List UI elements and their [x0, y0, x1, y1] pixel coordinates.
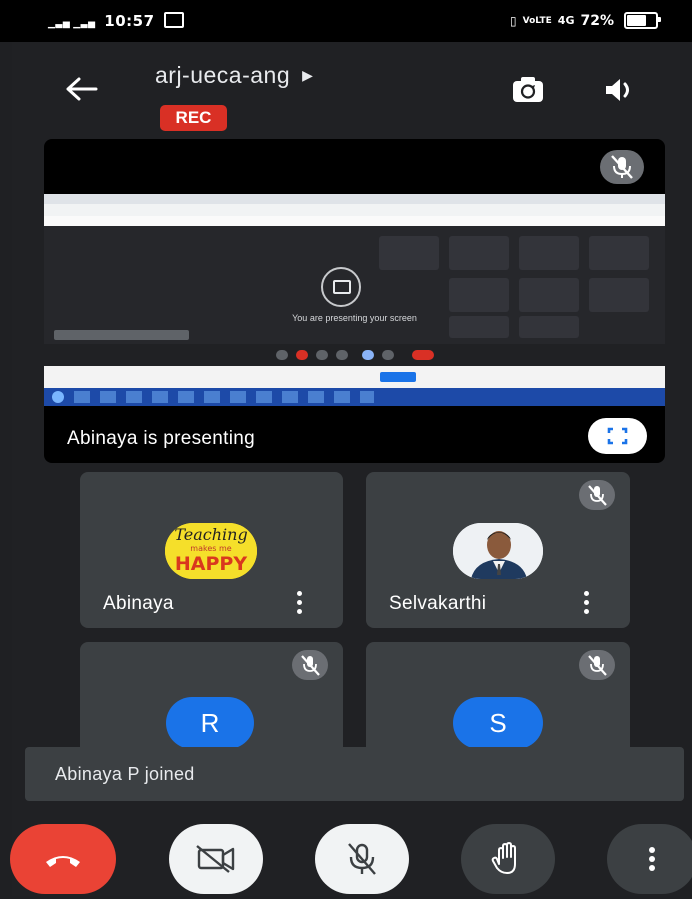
call-header: arj-ueca-ang ▶ REC [12, 42, 680, 142]
vibrate-icon: ▯ [509, 13, 517, 28]
more-vert-icon[interactable] [297, 591, 303, 615]
participant-tile-abinaya[interactable]: Teaching makes me HAPPY Abinaya [80, 472, 343, 628]
expand-arrow-icon: ▶ [302, 67, 314, 83]
shared-notification [54, 330, 189, 340]
profile-photo [453, 523, 543, 579]
network-type: 4G [557, 14, 575, 27]
more-vert-icon [649, 847, 655, 871]
present-screen-icon [321, 267, 361, 307]
participant-mute-indicator [579, 650, 615, 680]
raise-hand-button[interactable] [461, 824, 555, 894]
end-call-icon [46, 856, 80, 867]
presenter-label: Abinaya is presenting [67, 428, 255, 449]
mic-off-icon [588, 485, 607, 506]
battery-percent: 72% [580, 12, 614, 29]
meet-screen: arj-ueca-ang ▶ REC You are presenting yo… [10, 42, 692, 896]
recording-badge: REC [160, 105, 227, 131]
participant-mute-indicator [292, 650, 328, 680]
mic-toggle-button[interactable] [315, 824, 409, 894]
participant-name: Abinaya [103, 593, 174, 614]
svg-text:Teaching: Teaching [174, 525, 247, 544]
presenting-message: You are presenting your screen [292, 313, 417, 323]
fullscreen-button[interactable] [588, 418, 647, 454]
more-vert-icon[interactable] [584, 591, 590, 615]
svg-text:HAPPY: HAPPY [175, 553, 247, 575]
presenter-mute-indicator [600, 150, 644, 184]
participant-tile-r[interactable]: R [80, 642, 343, 762]
participant-name: Selvakarthi [389, 593, 487, 614]
shared-taskbar [44, 388, 665, 406]
mic-off-icon [301, 655, 320, 676]
avatar [453, 523, 543, 579]
mic-off-icon [588, 655, 607, 676]
participant-tile-s[interactable]: S [366, 642, 630, 762]
mic-off-icon [348, 843, 376, 875]
camera-toggle-button[interactable] [169, 824, 263, 894]
toast-message: Abinaya P joined [55, 764, 195, 784]
status-right: ▯ VoLTE 4G 72% [509, 12, 661, 29]
meeting-title[interactable]: arj-ueca-ang ▶ [155, 62, 313, 89]
signal-icon: ▁▃▅ [48, 19, 71, 29]
mic-off-icon [611, 155, 633, 179]
shared-browser-tabs [44, 194, 665, 204]
back-arrow-icon[interactable] [62, 74, 102, 104]
participant-tile-selvakarthi[interactable]: Selvakarthi [366, 472, 630, 628]
shared-screen: You are presenting your screen [44, 194, 665, 406]
status-time: 10:57 [104, 12, 155, 30]
avatar-initial: S [453, 697, 543, 749]
avatar-initial: R [166, 697, 254, 749]
camera-off-icon [196, 845, 235, 873]
flip-camera-icon[interactable] [508, 72, 548, 108]
teaching-happy-logo: Teaching makes me HAPPY [165, 523, 257, 579]
join-toast: Abinaya P joined [25, 747, 684, 801]
participant-mute-indicator [579, 480, 615, 510]
avatar: Teaching makes me HAPPY [165, 523, 257, 579]
svg-text:makes me: makes me [190, 544, 231, 553]
shared-meet-view: You are presenting your screen [44, 226, 665, 344]
volte-icon: VoLTE [522, 15, 552, 26]
end-call-button[interactable] [10, 824, 116, 894]
shared-meet-controls [44, 344, 665, 366]
raise-hand-icon [491, 842, 516, 874]
status-left: ▁▃▅ ▁▃▅ 10:57 [48, 12, 185, 30]
shared-share-bar [44, 366, 665, 388]
message-icon [164, 12, 185, 28]
presentation-tile[interactable]: You are presenting your screen Abinaya i… [44, 139, 665, 463]
fullscreen-icon [607, 427, 628, 445]
status-bar: ▁▃▅ ▁▃▅ 10:57 ▯ VoLTE 4G 72% [0, 0, 692, 42]
signal-icon-2: ▁▃▅ [73, 19, 96, 29]
shared-browser-url [44, 204, 665, 216]
battery-icon [624, 12, 661, 29]
more-options-button[interactable] [607, 824, 692, 894]
meeting-name: arj-ueca-ang [155, 62, 291, 88]
speaker-icon[interactable] [602, 75, 638, 105]
